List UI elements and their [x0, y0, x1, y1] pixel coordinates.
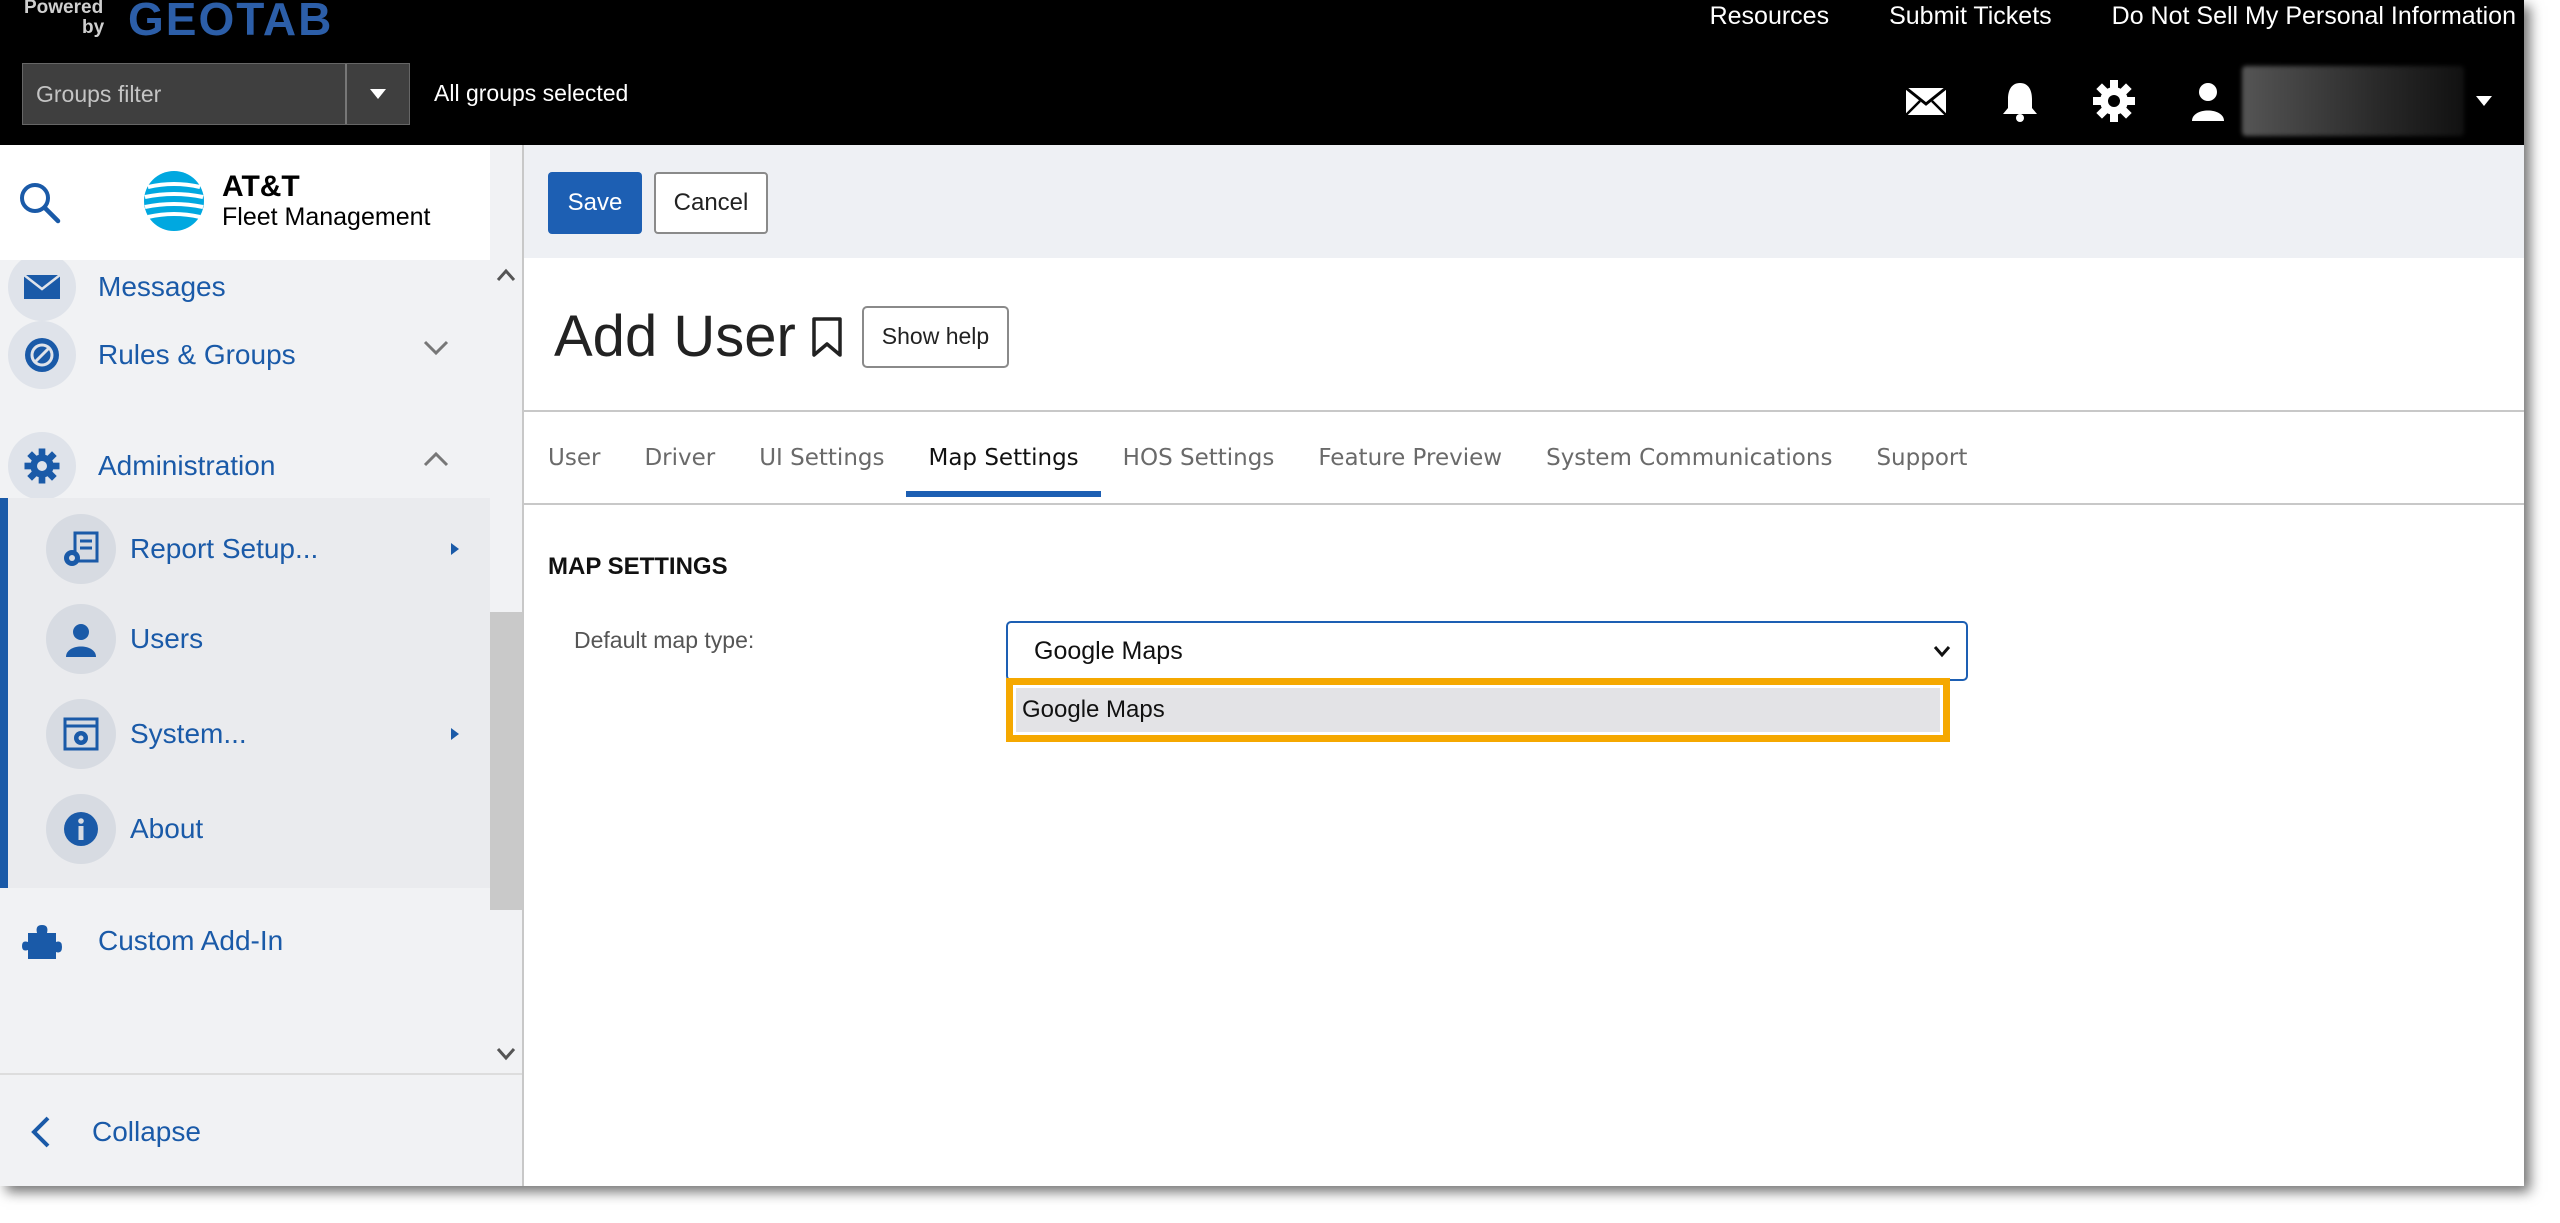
gear-icon[interactable]	[2090, 77, 2138, 125]
geotab-logo: GEOTAB	[128, 0, 334, 45]
sidebar-scrollbar[interactable]	[490, 260, 522, 1075]
sidebar-item-about[interactable]: About	[8, 784, 490, 874]
sidebar-item-label: About	[130, 813, 204, 844]
system-icon	[46, 699, 116, 769]
chevron-down-icon	[1933, 646, 1951, 658]
sidebar-item-system[interactable]: System...	[8, 689, 490, 779]
sidebar-item-label: Custom Add-In	[98, 925, 284, 956]
resources-link[interactable]: Resources	[1710, 2, 1830, 31]
dropdown-option-google-maps[interactable]: Google Maps	[1016, 688, 1940, 732]
mail-icon[interactable]	[1902, 77, 1950, 125]
sidebar-brand-text: AT&T Fleet Management	[222, 172, 430, 232]
puzzle-icon	[8, 907, 76, 975]
sidebar-item-label: System...	[130, 718, 247, 749]
caret-right-icon	[451, 543, 459, 555]
groups-filter-dropdown-button[interactable]	[345, 64, 409, 124]
sidebar-collapse-button[interactable]: Collapse	[0, 1073, 522, 1186]
page-header: Add User Show help	[554, 303, 1010, 370]
sidebar-item-label: Users	[130, 623, 204, 654]
user-icon[interactable]	[2184, 77, 2232, 125]
bell-icon[interactable]	[1996, 77, 2044, 125]
sidebar-item-label: Administration	[98, 450, 276, 481]
powered-by-label: Powered by	[24, 0, 104, 38]
sidebar-item-label: Rules & Groups	[98, 339, 296, 370]
tab-feature-preview[interactable]: Feature Preview	[1296, 445, 1524, 495]
sidebar-brand-row: AT&T Fleet Management	[0, 145, 490, 260]
gear-icon	[8, 432, 76, 500]
tab-hos-settings[interactable]: HOS Settings	[1101, 445, 1297, 495]
scrollbar-thumb[interactable]	[490, 612, 522, 910]
section-title: MAP SETTINGS	[548, 553, 728, 580]
toolbar: Save Cancel	[524, 145, 2524, 258]
map-type-dropdown-list: Google Maps	[1006, 678, 1950, 742]
scroll-down-icon[interactable]	[496, 1047, 516, 1061]
cancel-button[interactable]: Cancel	[654, 172, 768, 234]
user-name-redacted[interactable]	[2242, 66, 2464, 136]
sidebar-item-rules-groups[interactable]: Rules & Groups	[0, 303, 490, 407]
top-bar: Powered by GEOTAB Resources Submit Ticke…	[0, 0, 2524, 145]
tab-user[interactable]: User	[548, 445, 622, 495]
sidebar-nav: Messages Rules & Groups Administration R…	[0, 260, 490, 1075]
sidebar-item-label: Report Setup...	[130, 533, 319, 564]
default-map-type-select[interactable]: Google Maps	[1006, 621, 1968, 681]
top-links: Resources Submit Tickets Do Not Sell My …	[1710, 2, 2516, 31]
brand-line-1: AT&T	[222, 170, 300, 203]
app-window: Powered by GEOTAB Resources Submit Ticke…	[0, 0, 2524, 1186]
att-globe-logo	[144, 171, 204, 231]
sidebar-item-report-setup[interactable]: Report Setup...	[8, 504, 490, 594]
sidebar: AT&T Fleet Management Messages Rules & G…	[0, 145, 524, 1186]
caret-down-icon	[370, 89, 386, 99]
groups-status: All groups selected	[434, 80, 629, 106]
tab-ui-settings[interactable]: UI Settings	[737, 445, 906, 495]
select-value: Google Maps	[1034, 636, 1183, 665]
top-icons	[1902, 66, 2494, 136]
page-title: Add User	[554, 304, 796, 369]
collapse-label: Collapse	[92, 1115, 201, 1147]
brand-line-2: Fleet Management	[222, 203, 431, 231]
groups-filter[interactable]: Groups filter	[22, 63, 410, 125]
chevron-left-icon	[31, 1116, 50, 1147]
sidebar-item-custom-add-in[interactable]: Custom Add-In	[0, 889, 490, 993]
do-not-sell-link[interactable]: Do Not Sell My Personal Information	[2112, 2, 2516, 31]
submit-tickets-link[interactable]: Submit Tickets	[1889, 2, 2052, 31]
default-map-type-label: Default map type:	[574, 627, 755, 653]
powered-text: Powered	[24, 0, 104, 18]
report-setup-icon	[46, 514, 116, 584]
groups-filter-input[interactable]: Groups filter	[23, 64, 345, 124]
rules-icon	[8, 321, 76, 389]
person-icon	[46, 604, 116, 674]
tab-map-settings[interactable]: Map Settings	[906, 445, 1101, 497]
chevron-up-icon	[423, 451, 449, 467]
settings-tabs: User Driver UI Settings Map Settings HOS…	[548, 445, 1989, 497]
divider	[524, 410, 2524, 412]
info-icon	[46, 794, 116, 864]
save-button[interactable]: Save	[548, 172, 642, 234]
sidebar-item-label: Messages	[98, 271, 226, 302]
chevron-down-icon	[423, 340, 449, 356]
user-menu-caret-icon[interactable]	[2474, 94, 2494, 108]
caret-right-icon	[451, 728, 459, 740]
show-help-button[interactable]: Show help	[861, 305, 1010, 368]
main-content: Save Cancel Add User Show help User Driv…	[524, 145, 2524, 1186]
by-text: by	[82, 17, 105, 38]
tab-driver[interactable]: Driver	[622, 445, 737, 495]
tab-support[interactable]: Support	[1854, 445, 1989, 495]
divider	[524, 503, 2524, 505]
administration-submenu: Report Setup... Users System... About	[0, 498, 490, 888]
search-icon[interactable]	[18, 181, 62, 225]
tab-system-communications[interactable]: System Communications	[1524, 445, 1854, 495]
scroll-up-icon[interactable]	[496, 268, 516, 282]
sidebar-item-users[interactable]: Users	[8, 594, 490, 684]
bookmark-icon[interactable]	[810, 316, 844, 358]
